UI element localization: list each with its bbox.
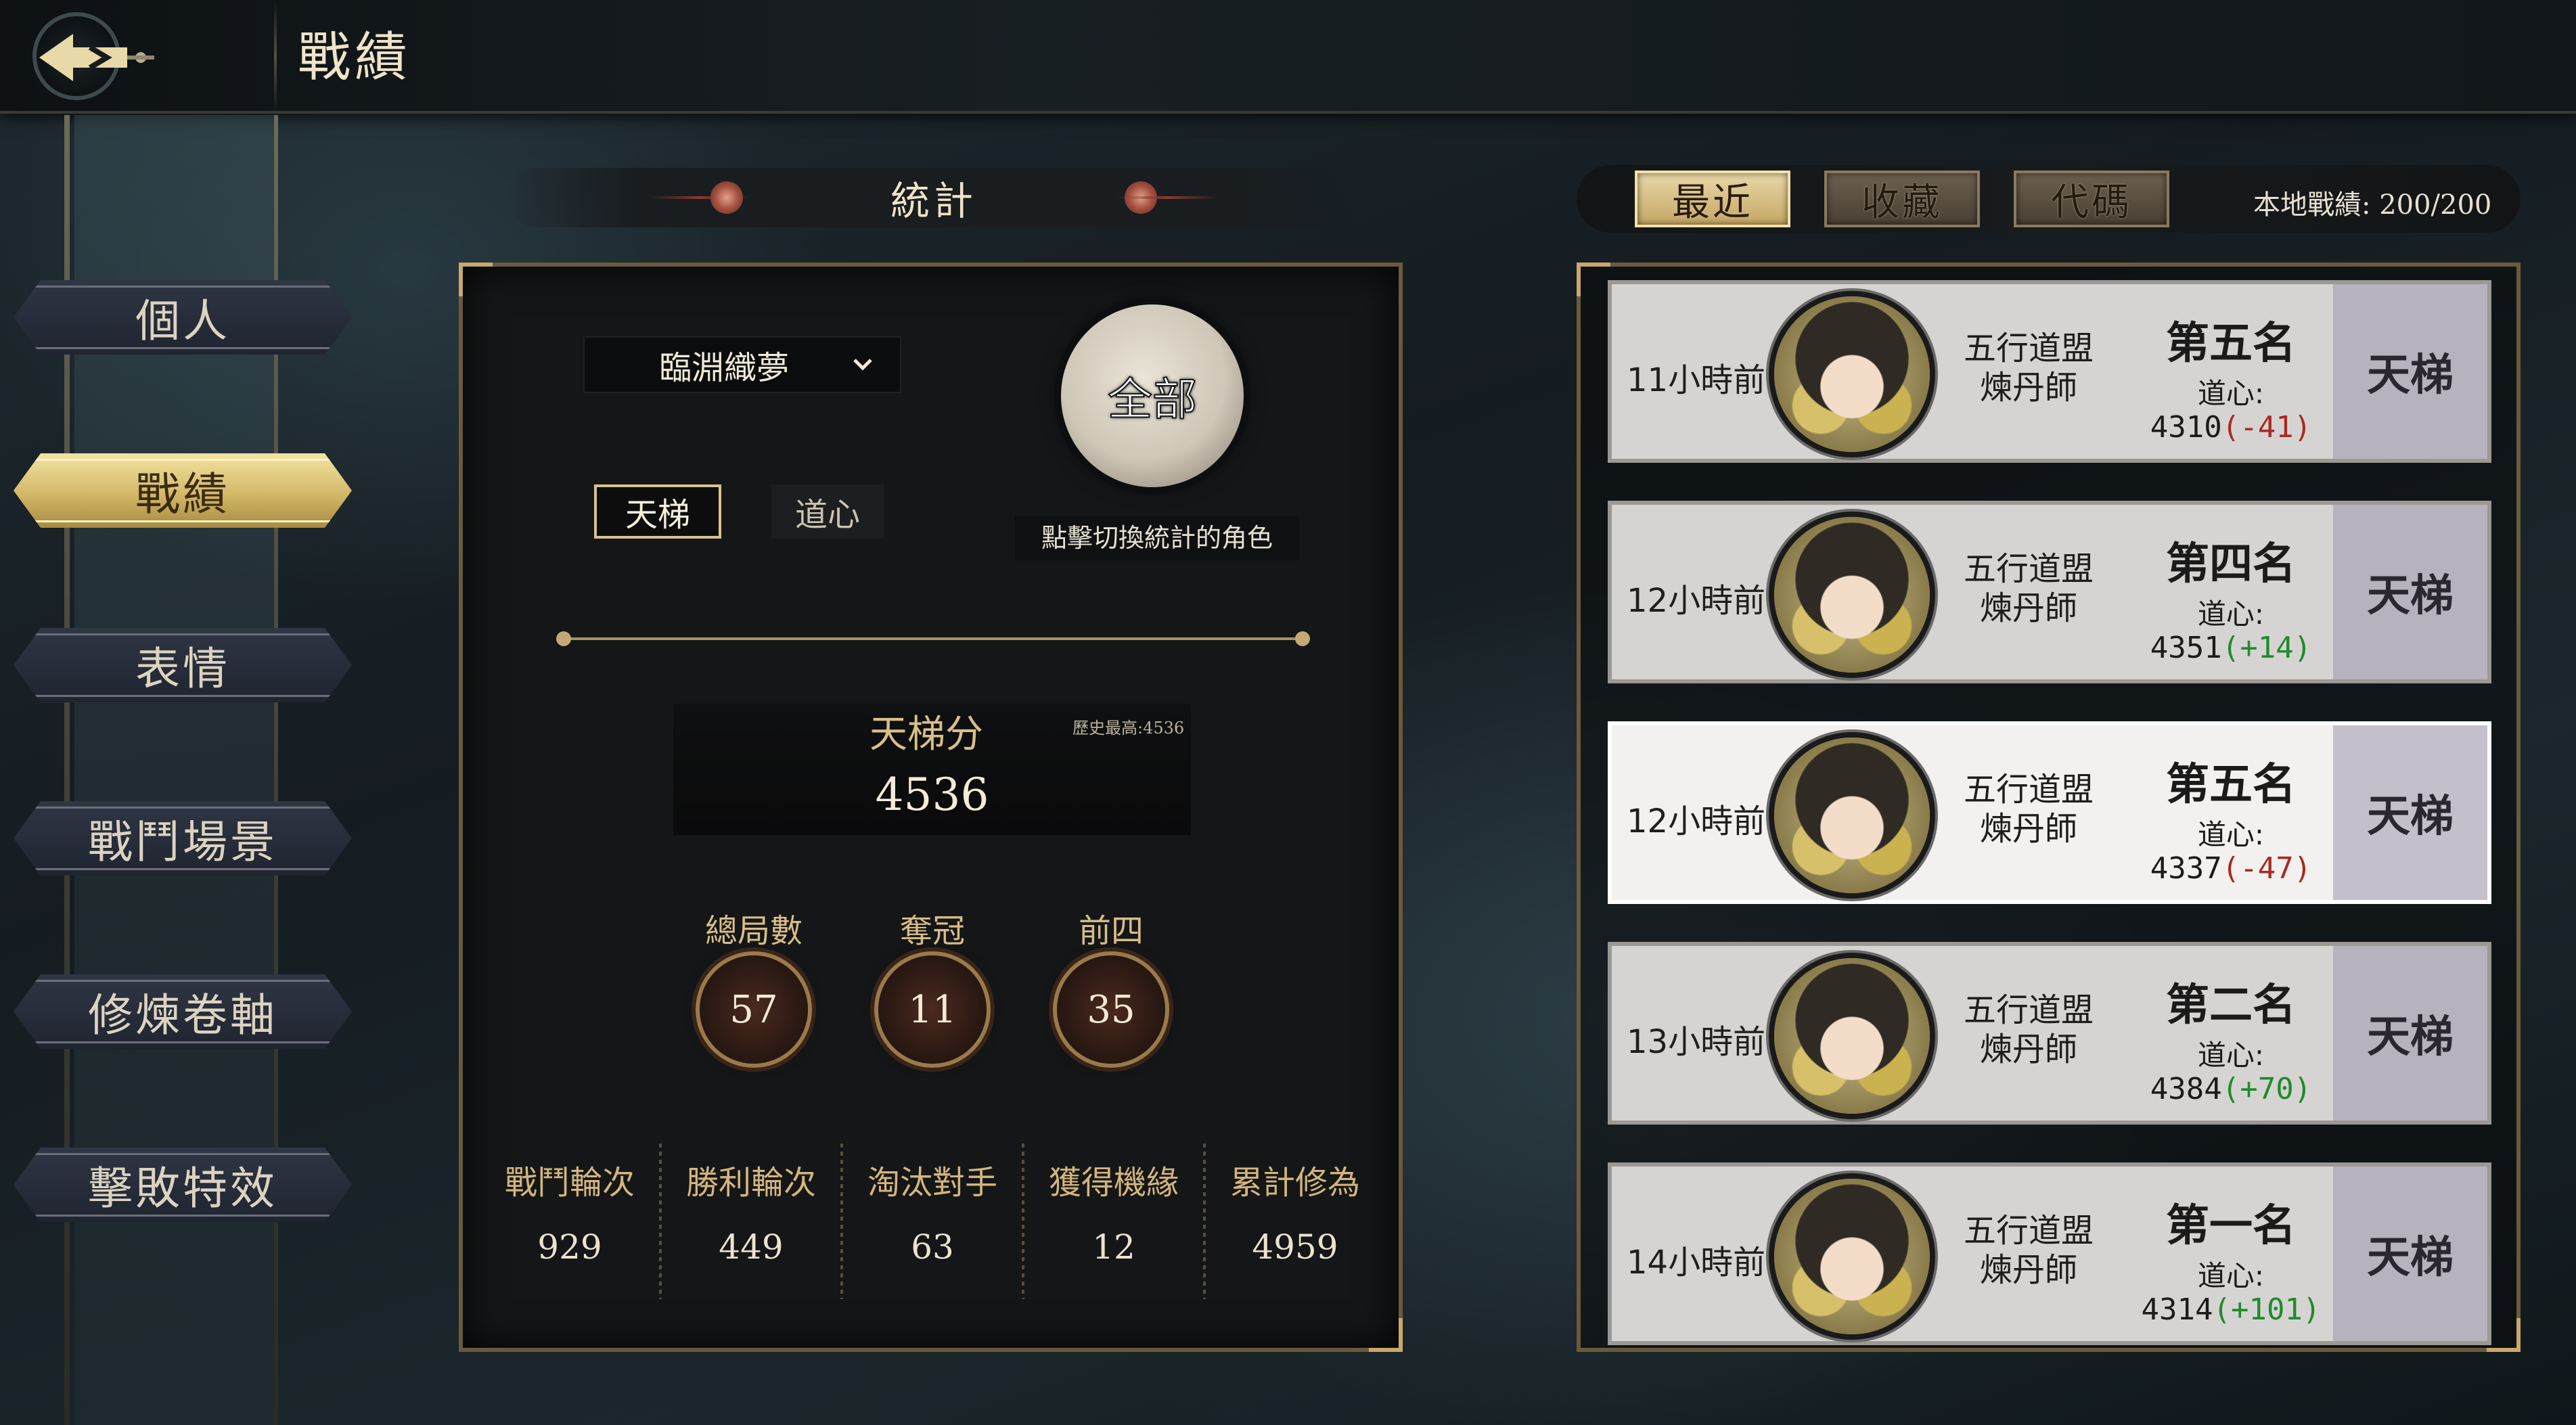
- stats-header: 統計: [507, 168, 1360, 227]
- row-daoxin-value: 4337(-47): [2150, 851, 2312, 886]
- stat-label: 戰鬥輪次: [504, 1164, 635, 1202]
- row-guild: 五行道盟 煉丹師: [1964, 1212, 2094, 1289]
- row-rank: 第二名: [2166, 980, 2296, 1031]
- page-title: 戰績: [298, 27, 412, 88]
- stat-value: 12: [1092, 1227, 1135, 1267]
- row-daoxin-value: 4314(+101): [2141, 1292, 2321, 1327]
- ladder-score-value: 4536: [875, 769, 989, 821]
- tab-code[interactable]: 代碼: [2014, 171, 2169, 227]
- back-button[interactable]: [26, 7, 161, 108]
- all-characters-button[interactable]: 全部: [1061, 304, 1244, 487]
- all-characters-label: 全部: [1107, 373, 1198, 426]
- stat-eliminated: 淘汰對手 63: [842, 1144, 1023, 1306]
- row-mode-badge: 天梯: [2333, 946, 2487, 1121]
- row-guild: 五行道盟 煉丹師: [1964, 991, 2094, 1068]
- row-daoxin-value: 4310(-41): [2150, 410, 2312, 445]
- medal-top4: 35: [1057, 955, 1165, 1064]
- avatar: [1774, 958, 1930, 1114]
- medal-label-top4: 前四: [1078, 912, 1144, 950]
- row-guild: 五行道盟 煉丹師: [1964, 330, 2094, 407]
- row-guild: 五行道盟 煉丹師: [1964, 550, 2094, 627]
- row-daoxin-value: 4351(+14): [2150, 631, 2312, 665]
- avatar: [1774, 517, 1930, 673]
- ladder-history-best: 歷史最高:4536: [1072, 719, 1185, 738]
- stat-label: 淘汰對手: [867, 1164, 997, 1202]
- row-rank: 第一名: [2166, 1201, 2296, 1251]
- row-daoxin-label: 道心:: [2197, 818, 2265, 851]
- row-mode-badge: 天梯: [2333, 725, 2487, 900]
- medal-label-wins: 奪冠: [899, 912, 965, 950]
- history-row[interactable]: 11小時前 五行道盟 煉丹師 第五名 道心: 4310(-41) 天梯: [1608, 280, 2491, 463]
- stat-battle-rounds: 戰鬥輪次 929: [479, 1144, 660, 1306]
- stats-title: 統計: [890, 178, 977, 224]
- top-bar: 戰績: [0, 0, 2576, 114]
- medal-label-total: 總局數: [704, 912, 803, 950]
- stat-value: 4959: [1252, 1227, 1338, 1267]
- sidebar-item-label: 表情: [135, 643, 230, 695]
- row-daoxin-value: 4384(+70): [2150, 1072, 2312, 1106]
- avatar: [1774, 1179, 1930, 1334]
- sidebar-item-personal[interactable]: 個人: [14, 280, 352, 355]
- row-rank: 第五名: [2166, 319, 2296, 369]
- row-daoxin-label: 道心:: [2197, 597, 2265, 631]
- divider: [556, 631, 1310, 646]
- tab-daoxin[interactable]: 道心: [771, 484, 884, 539]
- back-arrow-icon: [39, 34, 154, 81]
- row-guild: 五行道盟 煉丹師: [1964, 771, 2094, 848]
- sidebar-item-label: 修煉卷軸: [88, 989, 277, 1041]
- sidebar-item-label: 戰績: [135, 468, 230, 520]
- medal-wins: 11: [878, 955, 987, 1064]
- medal-total-games: 57: [700, 955, 808, 1064]
- row-mode-badge: 天梯: [2333, 284, 2487, 459]
- row-mode-badge: 天梯: [2333, 505, 2487, 679]
- sidebar-item-scrolls[interactable]: 修煉卷軸: [14, 974, 352, 1049]
- row-time: 11小時前: [1627, 361, 1766, 399]
- row-rank: 第四名: [2166, 539, 2296, 589]
- row-time: 12小時前: [1627, 802, 1766, 840]
- ladder-score-box: 天梯分 歷史最高:4536 4536: [673, 704, 1191, 835]
- flower-ornament-icon: [710, 181, 743, 214]
- chevron-down-icon: [853, 359, 872, 371]
- switch-character-hint: 點擊切換統計的角色: [1015, 516, 1299, 560]
- sidebar-item-label: 擊敗特效: [88, 1162, 277, 1215]
- sidebar-item-records[interactable]: 戰績: [14, 453, 352, 528]
- row-time: 12小時前: [1627, 582, 1766, 620]
- stat-label: 累計修為: [1229, 1164, 1360, 1202]
- stat-value: 929: [537, 1227, 602, 1267]
- history-row[interactable]: 14小時前 五行道盟 煉丹師 第一名 道心: 4314(+101) 天梯: [1608, 1162, 2491, 1345]
- row-daoxin-label: 道心:: [2197, 1039, 2265, 1072]
- sidebar-item-battle-scene[interactable]: 戰鬥場景: [14, 801, 352, 876]
- row-time: 13小時前: [1627, 1023, 1766, 1061]
- history-row[interactable]: 13小時前 五行道盟 煉丹師 第二名 道心: 4384(+70) 天梯: [1608, 942, 2491, 1125]
- tab-favorites[interactable]: 收藏: [1824, 171, 1980, 227]
- row-daoxin-label: 道心:: [2197, 377, 2265, 410]
- sidebar-item-label: 個人: [135, 295, 230, 347]
- sidebar-item-defeat-effects[interactable]: 擊敗特效: [14, 1148, 352, 1222]
- stat-value: 63: [911, 1227, 954, 1267]
- avatar: [1774, 296, 1930, 452]
- stat-win-rounds: 勝利輪次 449: [660, 1144, 842, 1306]
- character-select[interactable]: 臨淵織夢: [583, 336, 901, 393]
- local-record-count: 本地戰績: 200/200: [2253, 189, 2492, 221]
- stat-value: 449: [719, 1227, 784, 1267]
- character-select-value: 臨淵織夢: [659, 349, 790, 387]
- row-time: 14小時前: [1627, 1244, 1766, 1282]
- tab-ladder[interactable]: 天梯: [594, 484, 721, 539]
- row-rank: 第五名: [2166, 760, 2296, 810]
- history-row[interactable]: 12小時前 五行道盟 煉丹師 第五名 道心: 4337(-47) 天梯: [1608, 721, 2491, 904]
- sidebar-item-label: 戰鬥場景: [88, 816, 277, 868]
- row-daoxin-label: 道心:: [2197, 1259, 2265, 1292]
- stat-label: 獲得機緣: [1048, 1164, 1179, 1202]
- stat-label: 勝利輪次: [685, 1164, 816, 1202]
- stat-opportunities: 獲得機緣 12: [1023, 1144, 1204, 1306]
- avatar: [1774, 738, 1930, 893]
- row-mode-badge: 天梯: [2333, 1167, 2487, 1341]
- tab-recent[interactable]: 最近: [1635, 171, 1790, 227]
- history-row[interactable]: 12小時前 五行道盟 煉丹師 第四名 道心: 4351(+14) 天梯: [1608, 501, 2491, 683]
- ladder-score-label: 天梯分: [869, 712, 983, 756]
- stat-cultivation: 累計修為 4959: [1204, 1144, 1386, 1306]
- sidebar-item-emotes[interactable]: 表情: [14, 628, 352, 702]
